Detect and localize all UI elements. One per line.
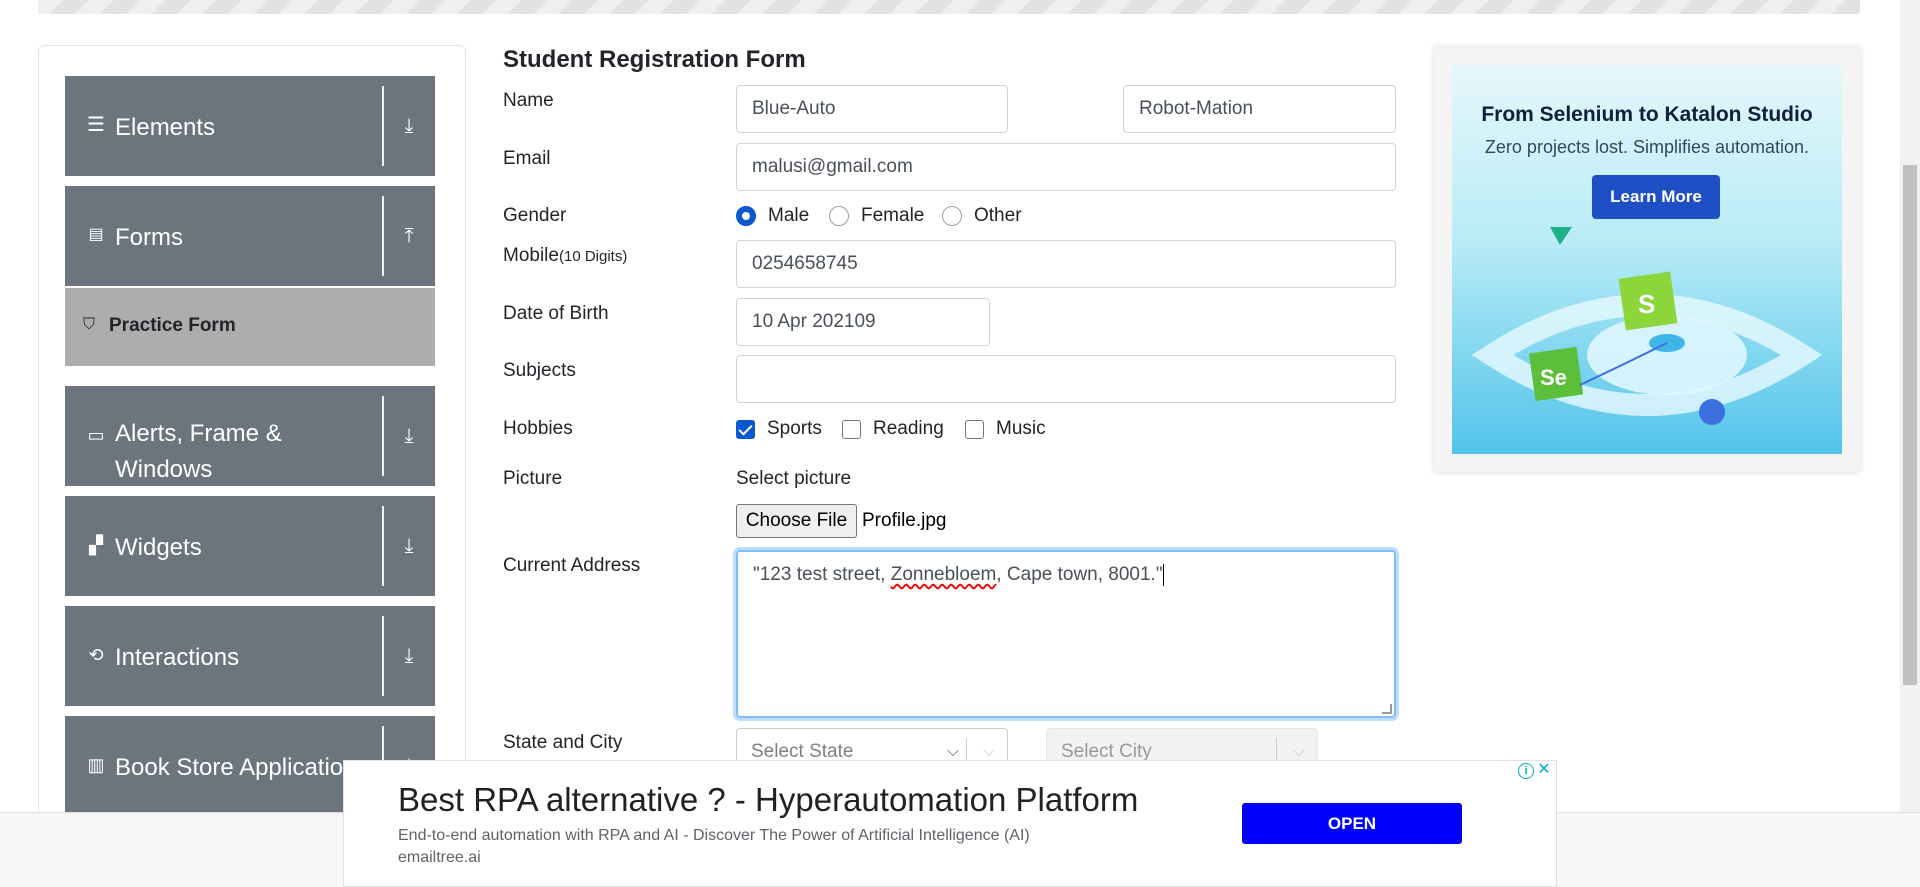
address-misspelled-word: Zonnebloem [890, 564, 997, 586]
download-icon[interactable]: ⤓ [398, 114, 420, 138]
page: ☰ Elements ⤓ ▤ Forms ⤒ ⛉ Practice Form ▭… [0, 0, 1920, 887]
info-icon[interactable]: i [1518, 763, 1534, 779]
divider [382, 506, 384, 586]
sidebar-group-label-line2: Windows [115, 456, 213, 483]
checkbox-label: Music [996, 418, 1046, 439]
ad-title: From Selenium to Katalon Studio [1481, 103, 1813, 126]
radio-label: Female [861, 205, 925, 226]
page-title: Student Registration Form [503, 46, 806, 73]
mobile-hint: (10 Digits) [558, 248, 628, 265]
current-address-textarea[interactable]: "123 test street, Zonnebloem, Cape town,… [736, 550, 1396, 718]
divider [382, 196, 384, 276]
document-icon: ▤ [88, 226, 104, 243]
text-caret [1162, 564, 1164, 586]
hobby-checkbox-sports[interactable]: Sports [736, 418, 822, 440]
checkbox-icon[interactable] [965, 419, 984, 439]
hobbies-label: Hobbies [503, 418, 573, 439]
window-icon: ▭ [87, 425, 105, 445]
select-picture-text: Select picture [736, 468, 852, 489]
subjects-input[interactable] [736, 355, 1396, 403]
download-icon[interactable]: ⤓ [398, 424, 420, 448]
scrollbar[interactable] [1900, 0, 1920, 812]
sidebar: ☰ Elements ⤓ ▤ Forms ⤒ ⛉ Practice Form ▭… [38, 45, 466, 845]
sidebar-group-label: Interactions [115, 644, 240, 671]
ad-subtitle: Zero projects lost. Simplifies automatio… [1484, 137, 1810, 157]
choose-file-button[interactable]: Choose File [736, 504, 857, 538]
name-label: Name [503, 90, 554, 111]
upload-icon[interactable]: ⤒ [398, 224, 420, 248]
learn-more-button[interactable]: Learn More [1592, 175, 1720, 219]
radio-icon[interactable] [829, 206, 849, 226]
widgets-icon: ▞ [89, 535, 103, 555]
sidebar-group-label: Elements [115, 114, 216, 141]
email-label: Email [503, 148, 551, 169]
sidebar-group-elements[interactable]: ☰ Elements ⤓ [65, 76, 435, 176]
download-icon[interactable]: ⤓ [398, 644, 420, 668]
badge-s-text: S [1638, 289, 1655, 319]
hobby-checkbox-reading[interactable]: Reading [842, 418, 944, 440]
file-name: Profile.jpg [862, 510, 947, 531]
bottom-advertisement[interactable]: Best RPA alternative ? - Hyperautomation… [343, 760, 1557, 887]
ad-illustration: S Se [1471, 227, 1823, 425]
first-name-input[interactable]: Blue-Auto [736, 85, 1008, 133]
divider [382, 616, 384, 696]
last-name-input[interactable]: Robot-Mation [1123, 85, 1396, 133]
email-input[interactable]: malusi@gmail.com [736, 143, 1396, 191]
address-text-end: , Cape town, 8001." [996, 564, 1163, 586]
checkbox-checked-icon[interactable] [736, 419, 755, 439]
state-city-label: State and City [503, 732, 623, 753]
sidebar-group-alerts[interactable]: ▭ Alerts, Frame & Windows ⤓ [65, 386, 435, 486]
close-icon[interactable]: ✕ [1536, 762, 1552, 778]
checkbox-label: Sports [767, 418, 822, 439]
radio-selected-icon[interactable] [736, 206, 756, 226]
hobby-checkbox-music[interactable]: Music [965, 418, 1046, 440]
ad-headline[interactable]: Best RPA alternative ? - Hyperautomation… [398, 781, 1138, 819]
right-advertisement[interactable]: From Selenium to Katalon Studio Zero pro… [1434, 47, 1860, 472]
sidebar-group-widgets[interactable]: ▞ Widgets ⤓ [65, 496, 435, 596]
divider [382, 86, 384, 166]
sidebar-group-label: Alerts, Frame & [115, 420, 282, 447]
sidebar-item-practice-form[interactable]: ⛉ Practice Form [65, 288, 435, 366]
mobile-label-text: Mobile [503, 245, 559, 266]
gender-label: Gender [503, 205, 567, 226]
books-icon: ▥ [87, 755, 105, 775]
download-icon[interactable]: ⤓ [398, 534, 420, 558]
gender-radio-other[interactable]: Other [942, 205, 1022, 227]
ad-banner[interactable]: From Selenium to Katalon Studio Zero pro… [1452, 65, 1842, 454]
picture-label: Picture [503, 468, 563, 489]
checkbox-label: Reading [873, 418, 944, 439]
top-banner [38, 0, 1860, 14]
interactions-icon: ⟲ [88, 645, 104, 665]
ad-description: End-to-end automation with RPA and AI - … [398, 827, 1030, 844]
sidebar-group-forms[interactable]: ▤ Forms ⤒ [65, 186, 435, 286]
hamburger-icon: ☰ [87, 114, 105, 136]
divider [382, 396, 384, 476]
badge-se-text: Se [1540, 365, 1567, 390]
sidebar-item-label: Practice Form [109, 315, 236, 336]
dob-input[interactable]: 10 Apr 202109 [736, 298, 990, 346]
html-icon: ⛉ [83, 316, 96, 333]
state-placeholder: Select State [751, 741, 854, 762]
open-button[interactable]: OPEN [1242, 803, 1462, 844]
gender-radio-male[interactable]: Male [736, 205, 809, 227]
sidebar-group-label: Book Store Applicatio [115, 754, 344, 781]
sidebar-group-label: Widgets [115, 534, 202, 561]
gender-radio-female[interactable]: Female [829, 205, 924, 227]
radio-label: Male [768, 205, 810, 226]
address-text: "123 test street, [753, 564, 891, 586]
sidebar-group-label: Forms [115, 224, 183, 251]
mobile-label: Mobile(10 Digits) [503, 245, 627, 267]
mobile-input[interactable]: 0254658745 [736, 240, 1396, 288]
sidebar-group-interactions[interactable]: ⟲ Interactions ⤓ [65, 606, 435, 706]
dob-label: Date of Birth [503, 303, 609, 324]
scrollbar-thumb[interactable] [1903, 165, 1917, 685]
city-placeholder: Select City [1061, 741, 1152, 762]
resize-grip-icon[interactable] [1382, 704, 1392, 714]
ad-url[interactable]: emailtree.ai [398, 849, 481, 867]
address-label: Current Address [503, 555, 641, 576]
checkbox-icon[interactable] [842, 419, 861, 439]
radio-label: Other [974, 205, 1022, 226]
subjects-label: Subjects [503, 360, 576, 381]
radio-icon[interactable] [942, 206, 962, 226]
